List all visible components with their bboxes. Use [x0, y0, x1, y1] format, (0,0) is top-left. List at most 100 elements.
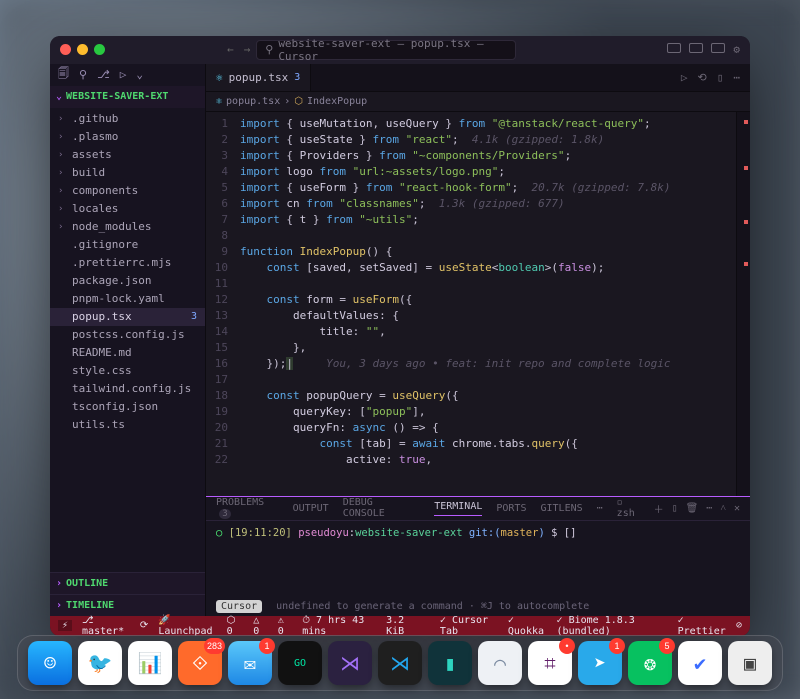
- status-⟳[interactable]: ⟳: [140, 620, 148, 631]
- source-control-icon[interactable]: ⎇: [97, 68, 110, 81]
- code-content[interactable]: import { useMutation, useQuery } from "@…: [236, 112, 736, 496]
- file-label: package.json: [72, 274, 151, 287]
- terminal-shell-label[interactable]: ▫ zsh: [617, 497, 646, 519]
- file-README-md[interactable]: README.md: [50, 344, 205, 362]
- search-icon[interactable]: ⚲: [79, 68, 87, 81]
- trash-icon[interactable]: 🗑: [686, 503, 699, 514]
- back-button[interactable]: ←: [227, 43, 234, 56]
- file-style-css[interactable]: style.css: [50, 362, 205, 380]
- file--gitignore[interactable]: .gitignore: [50, 236, 205, 254]
- file-tailwind-config-js[interactable]: tailwind.config.js: [50, 380, 205, 398]
- file-tree: ›.github›.plasmo›assets›build›components…: [50, 108, 205, 572]
- maximize-button[interactable]: [94, 44, 105, 55]
- dock-app-vscode[interactable]: ⋊: [378, 641, 422, 685]
- panel-overflow-icon[interactable]: ⋯: [597, 503, 603, 514]
- panel-tab-debug-console[interactable]: DEBUG CONSOLE: [343, 497, 421, 519]
- code-editor[interactable]: 12345678910111213141516171819202122 impo…: [206, 112, 750, 496]
- split-icon[interactable]: ▯: [717, 71, 724, 84]
- dock-app-arc[interactable]: ⌒: [478, 641, 522, 685]
- remote-icon[interactable]: ⚡: [58, 620, 72, 631]
- debug-icon[interactable]: ▷: [120, 68, 127, 81]
- file-assets[interactable]: ›assets: [50, 146, 205, 164]
- tab-popup-tsx[interactable]: ⚛ popup.tsx 3: [206, 64, 311, 91]
- dock-app-cube[interactable]: ▣: [728, 641, 772, 685]
- file-locales[interactable]: ›locales: [50, 200, 205, 218]
- more-icon[interactable]: ⌄: [136, 68, 143, 81]
- titlebar: ← → ⚲ website-saver-ext — popup.tsx — Cu…: [50, 36, 750, 64]
- react-icon: ⚛: [216, 96, 222, 107]
- command-center[interactable]: ⚲ website-saver-ext — popup.tsx — Cursor: [256, 40, 516, 60]
- explorer-header[interactable]: ⌄ WEBSITE-SAVER-EXT: [50, 86, 205, 108]
- panel-tab-gitlens[interactable]: GITLENS: [540, 503, 582, 514]
- file-popup-tsx[interactable]: popup.tsx3: [50, 308, 205, 326]
- panel-tab-problems[interactable]: PROBLEMS3: [216, 497, 279, 519]
- settings-icon[interactable]: ⚙: [733, 43, 740, 56]
- file--plasmo[interactable]: ›.plasmo: [50, 128, 205, 146]
- dock-app-finder[interactable]: ☺: [28, 641, 72, 685]
- new-terminal-icon[interactable]: ＋: [654, 501, 664, 516]
- file-node-modules[interactable]: ›node_modules: [50, 218, 205, 236]
- forward-button[interactable]: →: [244, 43, 251, 56]
- terminal[interactable]: ○ [19:11:20] pseudoyu:website-saver-ext …: [206, 521, 750, 599]
- file-label: assets: [72, 148, 112, 161]
- dock-app-goland[interactable]: GO: [278, 641, 322, 685]
- file--github[interactable]: ›.github: [50, 110, 205, 128]
- file-pnpm-lock-yaml[interactable]: pnpm-lock.yaml: [50, 290, 205, 308]
- panel-tab-terminal[interactable]: TERMINAL: [434, 501, 482, 516]
- status-prettier[interactable]: ✓ Prettier: [678, 615, 726, 636]
- more-tab-icon[interactable]: ⋯: [733, 71, 740, 84]
- panel-tab-ports[interactable]: PORTS: [496, 503, 526, 514]
- panel-tab-output[interactable]: OUTPUT: [293, 503, 329, 514]
- explorer-icon[interactable]: 🗐: [58, 65, 69, 84]
- status-Launchpad[interactable]: 🚀 Launchpad: [158, 615, 216, 636]
- bell-icon[interactable]: ⊘: [736, 620, 742, 631]
- dock-app-bluebird[interactable]: 🐦: [78, 641, 122, 685]
- file-tsconfig-json[interactable]: tsconfig.json: [50, 398, 205, 416]
- close-button[interactable]: [60, 44, 71, 55]
- compare-icon[interactable]: ⟲: [698, 71, 707, 84]
- file-postcss-config-js[interactable]: postcss.config.js: [50, 326, 205, 344]
- file-components[interactable]: ›components: [50, 182, 205, 200]
- search-icon: ⚲: [265, 43, 273, 56]
- file-package-json[interactable]: package.json: [50, 272, 205, 290]
- dock-app-lines[interactable]: 📊: [128, 641, 172, 685]
- outline-header[interactable]: ›OUTLINE: [50, 572, 205, 594]
- dock-app-mail[interactable]: ✉1: [228, 641, 272, 685]
- more-panel-icon[interactable]: ⋯: [706, 503, 712, 514]
- split-terminal-icon[interactable]: ▯: [672, 503, 678, 514]
- status-3.2 KiB[interactable]: 3.2 KiB: [386, 615, 420, 636]
- run-icon[interactable]: ▷: [681, 71, 688, 84]
- file-label: .plasmo: [72, 130, 118, 143]
- file-utils-ts[interactable]: utils.ts: [50, 416, 205, 434]
- dock-app-vscode-purple[interactable]: ⋊: [328, 641, 372, 685]
- dock-app-dark-teal[interactable]: ▮: [428, 641, 472, 685]
- layout-secondary-icon[interactable]: [711, 43, 725, 53]
- notification-badge: •: [559, 638, 575, 654]
- dock-app-check[interactable]: ✔: [678, 641, 722, 685]
- panel-tabs: PROBLEMS3 OUTPUT DEBUG CONSOLE TERMINAL PORT…: [206, 497, 750, 521]
- dock-app-slack[interactable]: ⌗•: [528, 641, 572, 685]
- file-build[interactable]: ›build: [50, 164, 205, 182]
- status-quokka[interactable]: ✓ Quokka: [508, 615, 547, 636]
- layout-primary-icon[interactable]: [667, 43, 681, 53]
- dock-app-telegram[interactable]: ➤1: [578, 641, 622, 685]
- macos-dock: ☺🐦📊⟐283✉1GO⋊⋊▮⌒⌗•➤1❂5✔▣: [17, 635, 783, 691]
- file--prettierrc-mjs[interactable]: .prettierrc.mjs: [50, 254, 205, 272]
- dock-app-wechat[interactable]: ❂5: [628, 641, 672, 685]
- close-panel-icon[interactable]: ✕: [734, 503, 740, 514]
- maximize-panel-icon[interactable]: ˄: [720, 503, 726, 514]
- status-0[interactable]: ⚠ 0: [278, 615, 292, 636]
- layout-panel-icon[interactable]: [689, 43, 703, 53]
- timeline-header[interactable]: ›TIMELINE: [50, 594, 205, 616]
- status-cursor-tab[interactable]: ✓ Cursor Tab: [440, 615, 498, 636]
- breadcrumb[interactable]: ⚛ popup.tsx › ⬡ IndexPopup: [206, 92, 750, 112]
- status-master*[interactable]: ⎇ master*: [82, 615, 130, 636]
- dock-app-orange-circle[interactable]: ⟐283: [178, 641, 222, 685]
- minimize-button[interactable]: [77, 44, 88, 55]
- status-0[interactable]: ⬡ 0: [227, 615, 244, 636]
- minimap[interactable]: [736, 112, 750, 496]
- status-0[interactable]: △ 0: [253, 615, 267, 636]
- status-biome-1-8-3--bundled-[interactable]: ✓ Biome 1.8.3 (bundled): [557, 615, 668, 636]
- notification-badge: 5: [659, 638, 675, 654]
- status-7 hrs 43 mins[interactable]: ⏱ 7 hrs 43 mins: [302, 615, 376, 636]
